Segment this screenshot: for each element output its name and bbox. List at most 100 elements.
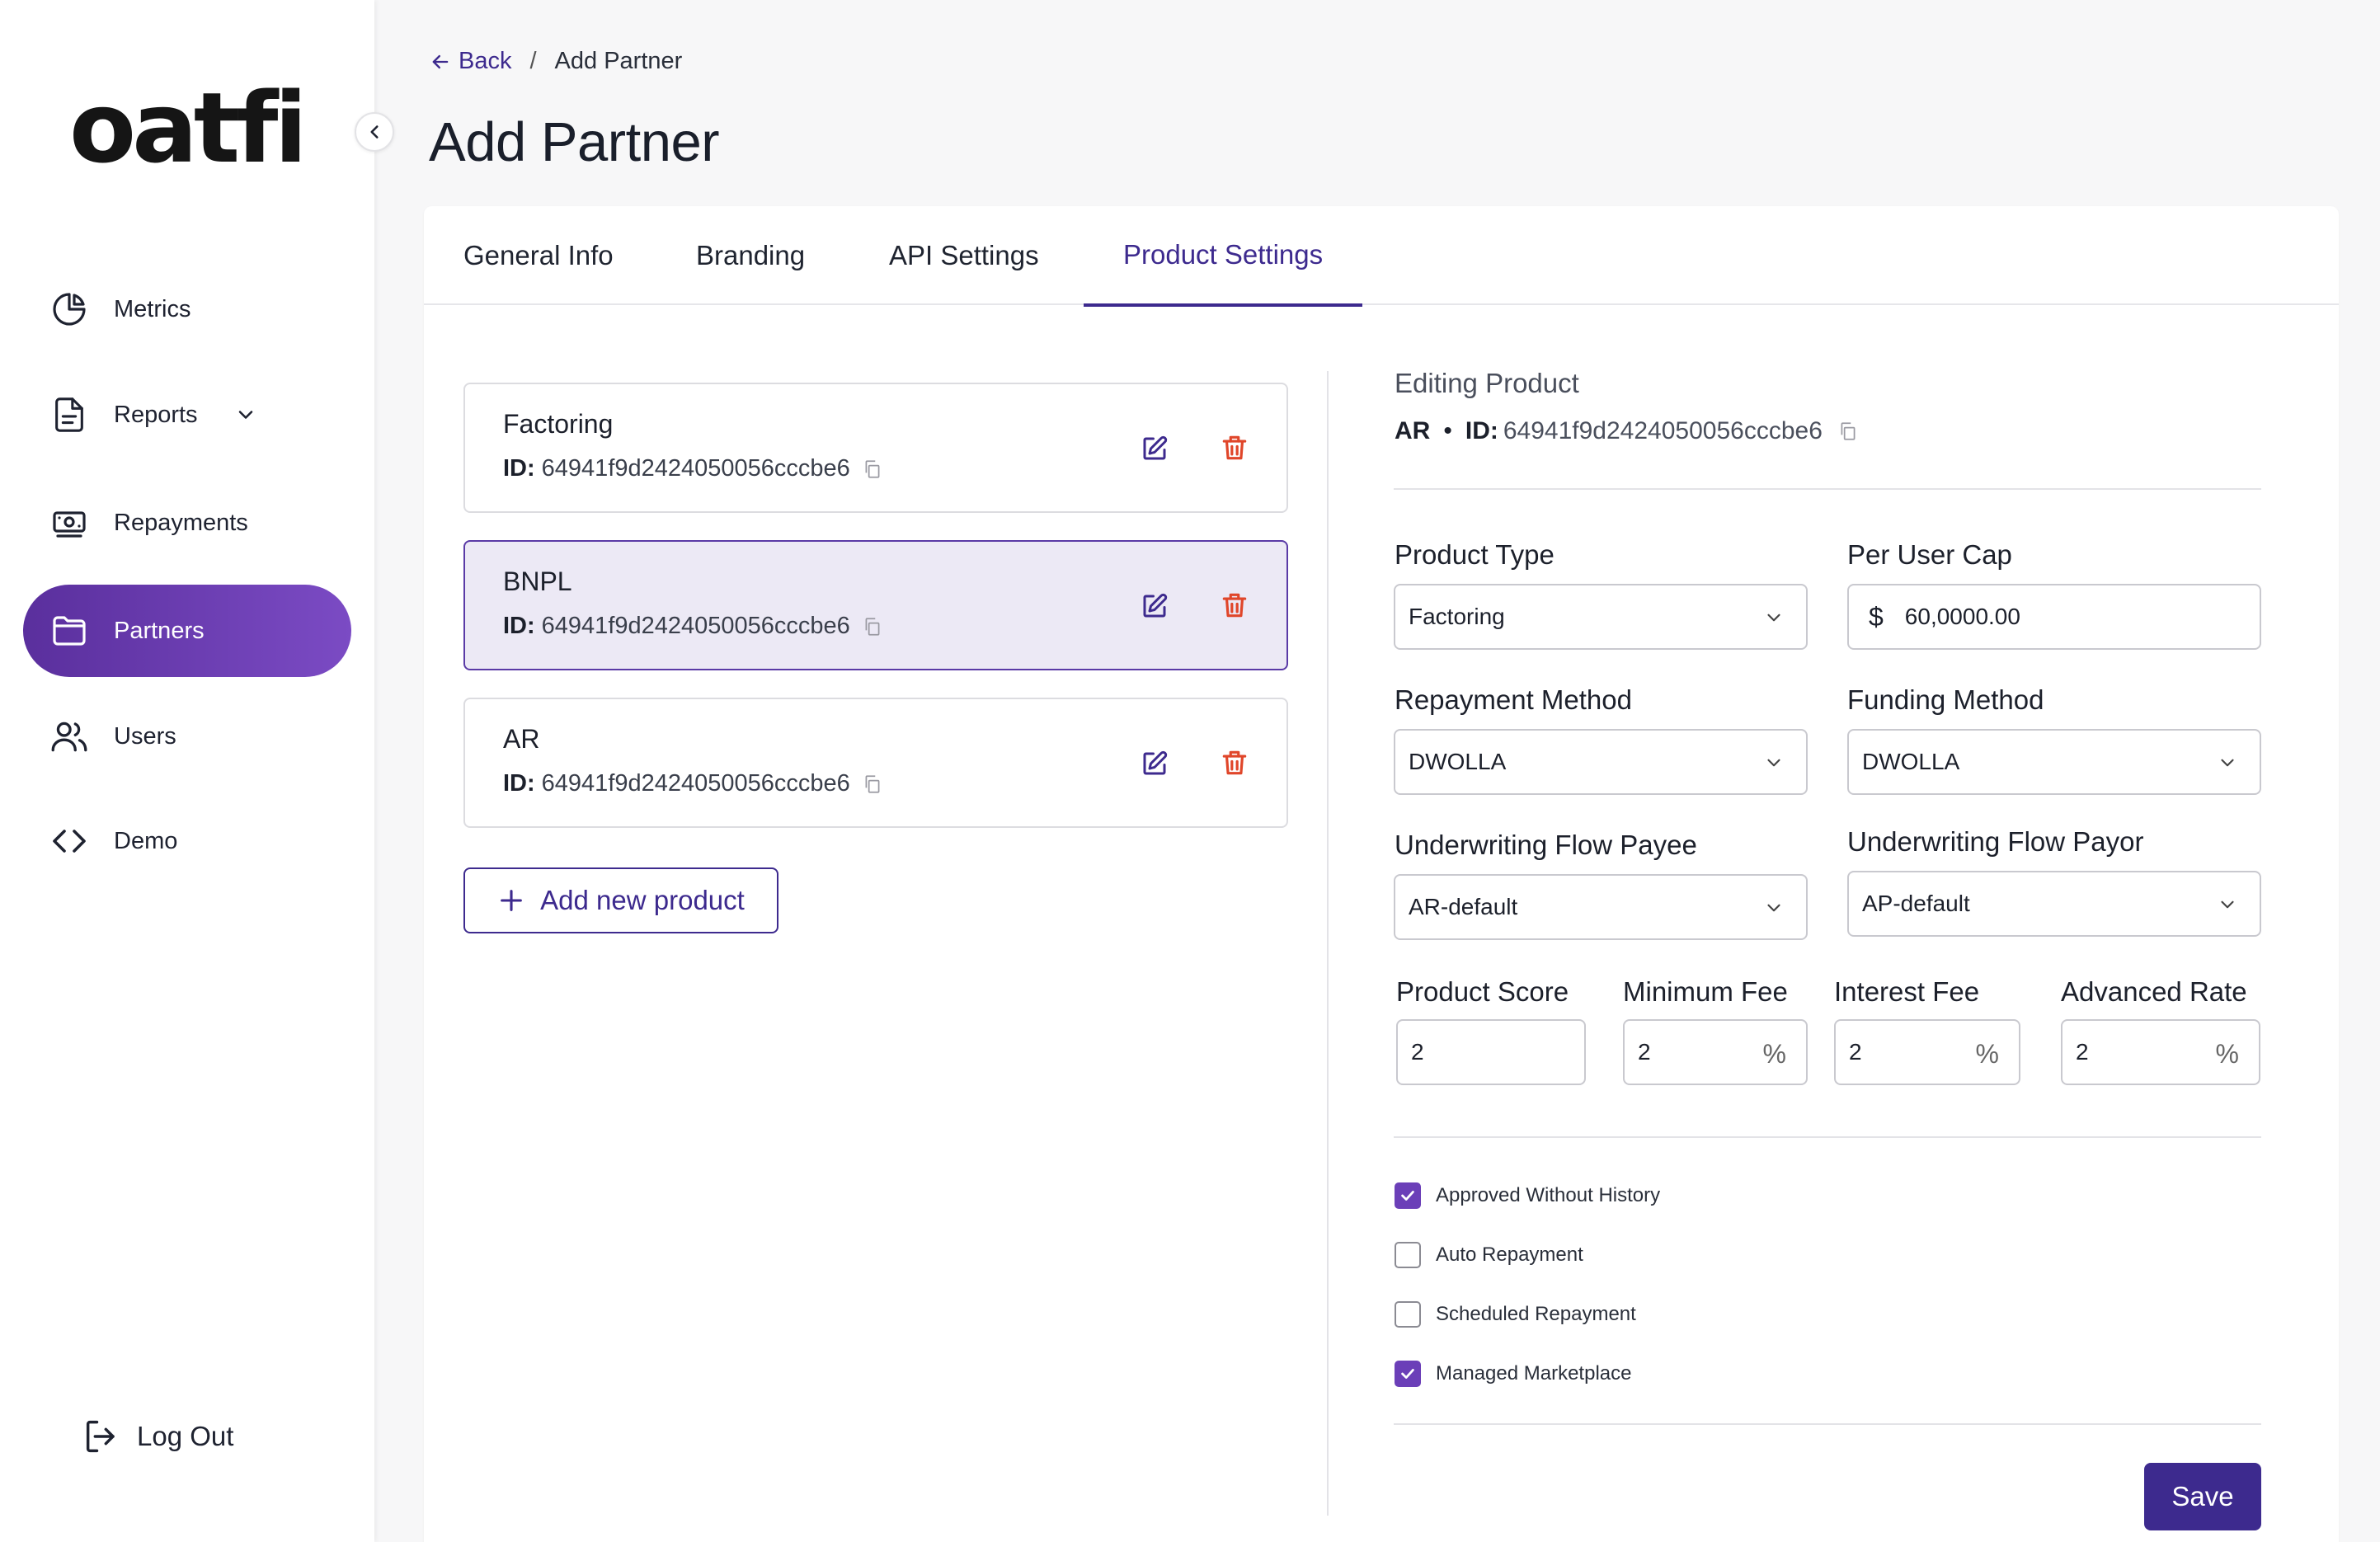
advanced-rate-label: Advanced Rate — [2061, 976, 2247, 1007]
repayment-method-select[interactable]: DWOLLA — [1394, 729, 1808, 795]
advanced-rate-input[interactable]: 2 % — [2061, 1019, 2260, 1085]
uw-flow-payor-select[interactable]: AP-default — [1847, 871, 2261, 937]
copy-icon[interactable] — [862, 773, 883, 795]
sidebar-item-label: Repayments — [114, 509, 248, 536]
uw-flow-payee-select[interactable]: AR-default — [1394, 874, 1808, 940]
checkbox[interactable] — [1395, 1361, 1421, 1387]
back-link[interactable]: Back — [429, 48, 511, 75]
editing-id-label: ID: — [1465, 417, 1498, 444]
chevron-left-icon — [364, 121, 385, 143]
copy-icon[interactable] — [862, 616, 883, 637]
product-id-label: ID: — [503, 455, 535, 482]
divider — [1327, 371, 1329, 1516]
chevron-down-icon[interactable] — [234, 403, 257, 426]
chevron-down-icon — [1763, 607, 1785, 628]
copy-icon[interactable] — [862, 458, 883, 480]
funding-method-label: Funding Method — [1847, 684, 2044, 715]
percent-icon: % — [2215, 1039, 2239, 1069]
product-type-value: Factoring — [1409, 604, 1505, 629]
chevron-down-icon — [2217, 752, 2238, 773]
sidebar-item-partners[interactable]: Partners — [23, 585, 351, 677]
editing-product-id: AR • ID: 64941f9d2424050056cccbe6 — [1395, 417, 1859, 445]
product-card-factoring[interactable]: Factoring ID: 64941f9d2424050056cccbe6 — [463, 383, 1288, 513]
product-card-ar[interactable]: AR ID: 64941f9d2424050056cccbe6 — [463, 698, 1288, 828]
product-id: ID: 64941f9d2424050056cccbe6 — [503, 770, 883, 797]
product-name: BNPL — [503, 566, 572, 596]
copy-icon[interactable] — [1837, 421, 1859, 442]
edit-icon[interactable] — [1140, 749, 1169, 778]
checkbox-approved-without-history[interactable]: Approved Without History — [1395, 1182, 1660, 1209]
minimum-fee-label: Minimum Fee — [1623, 976, 1788, 1007]
edit-icon[interactable] — [1140, 591, 1169, 621]
sidebar-item-label: Demo — [114, 827, 178, 854]
logout-icon — [81, 1415, 124, 1458]
tab-api-settings[interactable]: API Settings — [889, 206, 1039, 305]
repayment-method-value: DWOLLA — [1409, 749, 1507, 774]
save-button[interactable]: Save — [2144, 1463, 2261, 1530]
percent-icon: % — [1762, 1039, 1786, 1069]
tab-branding[interactable]: Branding — [696, 206, 805, 305]
breadcrumb-current: Add Partner — [554, 48, 683, 74]
interest-fee-input[interactable]: 2 % — [1834, 1019, 2020, 1085]
checkmark-icon — [1401, 1369, 1414, 1379]
sidebar-item-repayments[interactable]: Repayments — [23, 477, 351, 569]
product-id-value: 64941f9d2424050056cccbe6 — [541, 455, 850, 482]
sidebar-item-label: Users — [114, 722, 176, 750]
back-label: Back — [459, 48, 512, 74]
checkbox-label: Approved Without History — [1436, 1184, 1661, 1206]
partner-form-card: General Info Branding API Settings Produ… — [424, 206, 2339, 1542]
checkbox[interactable] — [1395, 1242, 1421, 1268]
product-name: Factoring — [503, 409, 614, 439]
add-product-button[interactable]: Add new product — [463, 867, 778, 933]
edit-icon[interactable] — [1140, 434, 1169, 463]
currency-symbol: $ — [1869, 601, 1884, 632]
checkbox-scheduled-repayment[interactable]: Scheduled Repayment — [1395, 1301, 1636, 1328]
checkbox-auto-repayment[interactable]: Auto Repayment — [1395, 1242, 1583, 1268]
trash-icon[interactable] — [1219, 590, 1250, 621]
trash-icon[interactable] — [1219, 747, 1250, 778]
sidebar-item-demo[interactable]: Demo — [23, 795, 351, 887]
sidebar-item-label: Reports — [114, 401, 198, 428]
advanced-rate-value: 2 — [2076, 1039, 2089, 1065]
product-id-value: 64941f9d2424050056cccbe6 — [541, 770, 850, 797]
checkbox-managed-marketplace[interactable]: Managed Marketplace — [1395, 1361, 1631, 1387]
product-score-value: 2 — [1411, 1039, 1424, 1065]
editing-product-name: AR — [1395, 417, 1431, 444]
per-user-cap-input[interactable]: $ 60,0000.00 — [1847, 584, 2261, 650]
product-name: AR — [503, 724, 540, 754]
page-title: Add Partner — [429, 111, 720, 173]
divider — [1394, 1423, 2261, 1425]
tab-bar: General Info Branding API Settings Produ… — [424, 206, 2339, 307]
trash-icon[interactable] — [1219, 432, 1250, 463]
code-icon — [48, 820, 91, 863]
minimum-fee-input[interactable]: 2 % — [1623, 1019, 1808, 1085]
funding-method-select[interactable]: DWOLLA — [1847, 729, 2261, 795]
logout-label: Log Out — [137, 1421, 234, 1451]
oatfi-logo[interactable]: oatfi — [69, 79, 308, 176]
per-user-cap-label: Per User Cap — [1847, 539, 2012, 570]
sidebar-item-users[interactable]: Users — [23, 690, 351, 783]
breadcrumb-separator: / — [529, 48, 537, 74]
tab-product-settings[interactable]: Product Settings — [1084, 206, 1363, 307]
uw-flow-payor-value: AP-default — [1862, 891, 1970, 916]
checkbox[interactable] — [1395, 1182, 1421, 1209]
sidebar-item-metrics[interactable]: Metrics — [23, 263, 351, 355]
product-card-bnpl[interactable]: BNPL ID: 64941f9d2424050056cccbe6 — [463, 540, 1288, 670]
checkmark-icon — [1401, 1191, 1414, 1201]
sidebar-item-label: Metrics — [114, 295, 191, 322]
collapse-sidebar-button[interactable] — [355, 112, 394, 152]
bullet: • — [1443, 417, 1452, 444]
editing-id-value: 64941f9d2424050056cccbe6 — [1503, 417, 1823, 444]
sidebar-item-reports[interactable]: Reports — [23, 369, 351, 461]
product-id: ID: 64941f9d2424050056cccbe6 — [503, 455, 883, 482]
tab-general-info[interactable]: General Info — [463, 206, 614, 305]
interest-fee-label: Interest Fee — [1834, 976, 1980, 1007]
product-id: ID: 64941f9d2424050056cccbe6 — [503, 613, 883, 640]
checkbox[interactable] — [1395, 1301, 1421, 1328]
checkbox-label: Managed Marketplace — [1436, 1362, 1632, 1385]
product-type-select[interactable]: Factoring — [1394, 584, 1808, 650]
document-icon — [48, 393, 91, 436]
uw-flow-payor-label: Underwriting Flow Payor — [1847, 826, 2144, 857]
logout-button[interactable]: Log Out — [81, 1415, 233, 1458]
product-score-input[interactable]: 2 — [1396, 1019, 1586, 1085]
